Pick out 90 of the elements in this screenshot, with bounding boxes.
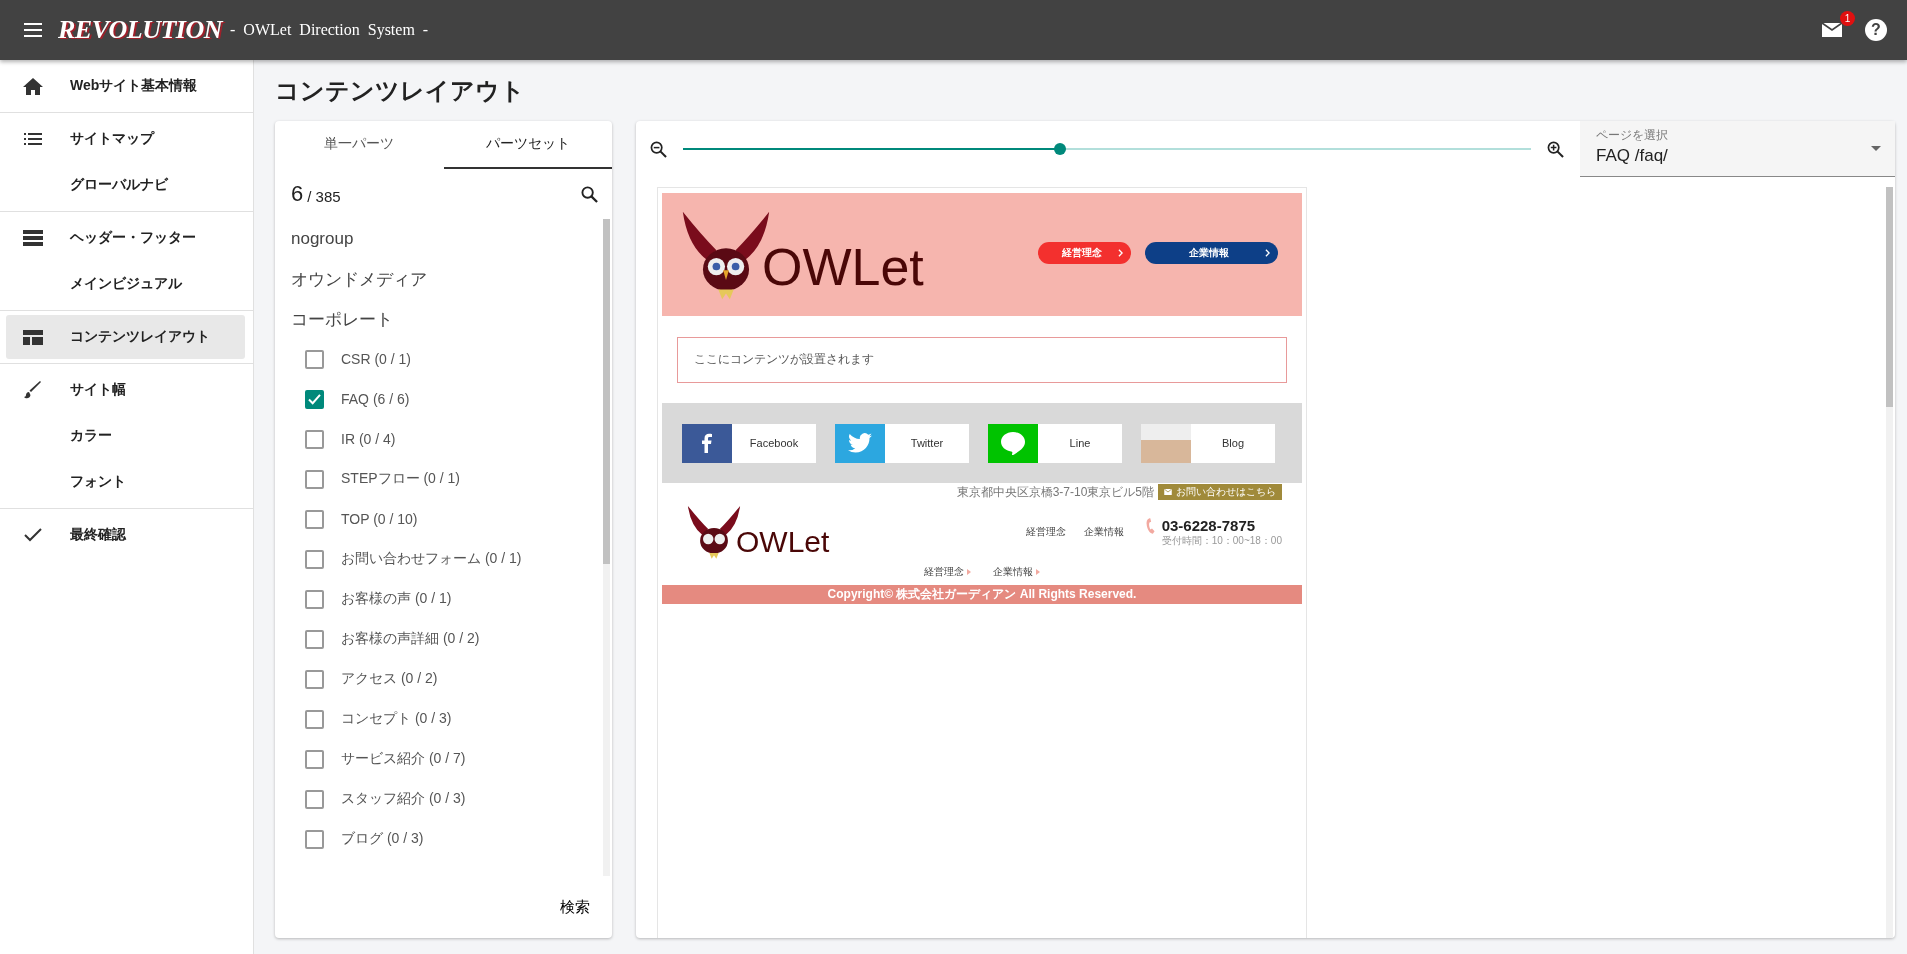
search-button[interactable]: 検索	[550, 889, 600, 925]
speech-bubble-icon	[1000, 431, 1026, 455]
help-icon[interactable]: ?	[1865, 19, 1887, 41]
list-icon	[24, 133, 42, 145]
footer-link[interactable]: 企業情報	[1083, 525, 1124, 539]
checkbox-item[interactable]: コンセプト (0 / 3)	[291, 699, 603, 739]
home-icon	[23, 77, 43, 95]
address-text: 東京都中央区京橋3-7-10東京ビル5階	[956, 483, 1154, 501]
social-link[interactable]: Blog	[1141, 423, 1275, 463]
group-item[interactable]: オウンドメディア	[291, 259, 603, 299]
layout-icon	[23, 329, 43, 345]
checkbox[interactable]	[305, 829, 324, 849]
menu-icon[interactable]	[24, 23, 42, 37]
sidebar-item[interactable]: グローバルナビ	[6, 163, 245, 207]
checkbox[interactable]	[305, 509, 324, 529]
sidebar-item[interactable]: メインビジュアル	[6, 262, 245, 306]
social-link[interactable]: Line	[988, 423, 1122, 463]
checkbox[interactable]	[305, 549, 324, 569]
bird-icon	[848, 433, 872, 453]
checkbox[interactable]	[305, 669, 324, 689]
chevron-icon	[1265, 248, 1270, 257]
page-select[interactable]: ページを選択 FAQ /faq/	[1580, 121, 1895, 177]
checkbox[interactable]	[305, 629, 324, 649]
brush-icon	[24, 381, 42, 399]
tab[interactable]: 単一パーツ	[275, 121, 444, 169]
facebook-icon	[702, 433, 712, 453]
sidebar-item[interactable]: コンテンツレイアウト	[6, 315, 245, 359]
site-logo: OWLet	[736, 527, 830, 557]
group-item[interactable]: nogroup	[291, 219, 603, 259]
checkbox-item[interactable]: お問い合わせフォーム (0 / 1)	[291, 539, 603, 579]
sidebar-item[interactable]: 最終確認	[6, 513, 245, 557]
phone-number: 03-6228-7875	[1161, 516, 1257, 534]
checkbox-item[interactable]: CSR (0 / 1)	[291, 339, 603, 379]
photo-placeholder	[1141, 423, 1191, 463]
checkbox[interactable]	[305, 789, 324, 809]
social-link[interactable]: Twitter	[835, 423, 969, 463]
group-item[interactable]: コーポレート	[291, 299, 603, 339]
checkbox-item[interactable]: スタッフ紹介 (0 / 3)	[291, 779, 603, 819]
header-link-button[interactable]: 企業情報	[1145, 241, 1278, 264]
checkbox[interactable]	[305, 349, 324, 369]
sidebar-item[interactable]: Webサイト基本情報	[6, 64, 245, 108]
checkbox[interactable]	[305, 389, 324, 409]
checkbox[interactable]	[305, 469, 324, 489]
zoom-in-icon[interactable]	[1547, 140, 1564, 158]
scrollbar-thumb[interactable]	[603, 219, 610, 564]
search-icon[interactable]	[581, 185, 598, 203]
mail-icon[interactable]	[1821, 21, 1843, 39]
scrollbar-thumb[interactable]	[1886, 187, 1893, 407]
sidebar-item[interactable]: ヘッダー・フッター	[6, 216, 245, 260]
social-link[interactable]: Facebook	[682, 423, 816, 463]
checkbox[interactable]	[305, 749, 324, 769]
checkbox-item[interactable]: STEPフロー (0 / 1)	[291, 459, 603, 499]
triangle-icon	[1035, 569, 1040, 575]
checkbox-item[interactable]: お客様の声 (0 / 1)	[291, 579, 603, 619]
zoom-out-icon[interactable]	[650, 140, 667, 158]
mail-icon	[1164, 489, 1172, 495]
caret-icon	[1871, 146, 1881, 151]
chevron-icon	[1118, 248, 1123, 257]
checkbox-item[interactable]: IR (0 / 4)	[291, 419, 603, 459]
checkbox[interactable]	[305, 709, 324, 729]
app-subtitle: - OWLet Direction System -	[230, 21, 429, 39]
checkbox[interactable]	[305, 589, 324, 609]
checkbox-item[interactable]: お客様の声詳細 (0 / 2)	[291, 619, 603, 659]
footer-link[interactable]: 経営理念	[924, 565, 971, 579]
hours-text: 受付時間：10：00~18：00	[1161, 533, 1282, 548]
checkbox-item[interactable]: TOP (0 / 10)	[291, 499, 603, 539]
footer-link[interactable]: 経営理念	[1025, 525, 1066, 539]
copyright-bar: Copyright© 株式会社ガーディアン All Rights Reserved.	[662, 585, 1302, 604]
triangle-icon	[967, 569, 971, 575]
selected-count: 6	[291, 181, 304, 207]
total-count: / 385	[307, 187, 341, 205]
notification-badge: 1	[1840, 11, 1855, 26]
tab[interactable]: パーツセット	[443, 121, 612, 169]
checkbox-item[interactable]: ブログ (0 / 3)	[291, 819, 603, 859]
site-logo: OWLet	[762, 240, 924, 293]
sidebar-item[interactable]: サイト幅	[6, 368, 245, 412]
checkbox-item[interactable]: FAQ (6 / 6)	[291, 379, 603, 419]
checkbox-item[interactable]: サービス紹介 (0 / 7)	[291, 739, 603, 779]
sidebar-item[interactable]: フォント	[6, 460, 245, 504]
rows-icon	[23, 230, 43, 246]
sidebar-item[interactable]: カラー	[6, 414, 245, 458]
header-link-button[interactable]: 経営理念	[1038, 241, 1131, 264]
placeholder-text: ここにコンテンツが設置されます	[694, 351, 874, 368]
app-logo: REVOLUTION	[58, 15, 222, 45]
page-title: コンテンツレイアウト	[275, 75, 526, 106]
checkbox-item[interactable]: アクセス (0 / 2)	[291, 659, 603, 699]
footer-link[interactable]: 企業情報	[993, 565, 1040, 579]
sidebar-item[interactable]: サイトマップ	[6, 117, 245, 161]
checkbox[interactable]	[305, 429, 324, 449]
check-icon	[24, 528, 42, 542]
